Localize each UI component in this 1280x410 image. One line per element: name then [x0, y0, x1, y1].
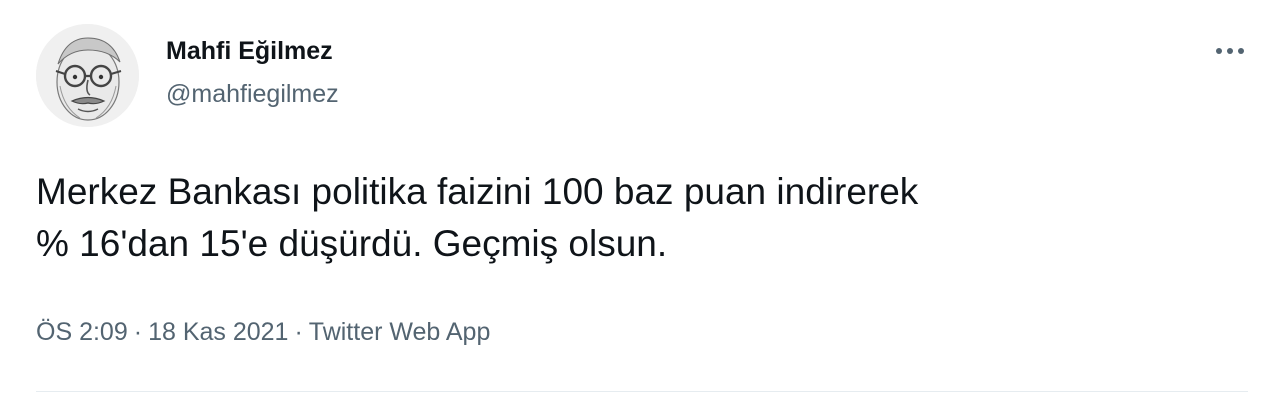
tweet: Mahfi Eğilmez @mahfiegilmez Merkez Banka… — [0, 0, 1280, 410]
tweet-text: Merkez Bankası politika faizini 100 baz … — [36, 171, 919, 264]
tweet-date[interactable]: 18 Kas 2021 — [148, 318, 288, 346]
more-options-button[interactable] — [1206, 36, 1254, 66]
avatar-portrait-icon — [36, 24, 139, 127]
display-name[interactable]: Mahfi Eğilmez — [166, 37, 333, 66]
tweet-metadata: ÖS 2:09 · 18 Kas 2021 · Twitter Web App — [36, 318, 490, 347]
more-horizontal-icon — [1216, 48, 1244, 54]
tweet-time[interactable]: ÖS 2:09 — [36, 318, 128, 346]
separator-dot: · — [133, 318, 143, 346]
divider — [36, 391, 1248, 392]
user-handle[interactable]: @mahfiegilmez — [166, 80, 339, 109]
avatar[interactable] — [36, 24, 139, 127]
separator-dot: · — [294, 318, 303, 346]
tweet-source[interactable]: Twitter Web App — [309, 318, 491, 346]
